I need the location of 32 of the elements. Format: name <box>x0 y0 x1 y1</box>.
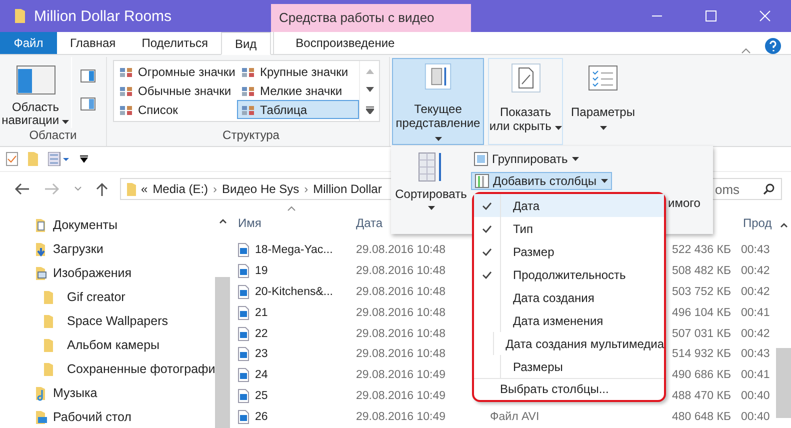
table-cell-text: Файл AVI <box>490 410 540 423</box>
table-cell-text: 29.08.2016 10:49 <box>356 410 447 423</box>
table-cell-text: 29.08.2016 10:48 <box>356 286 447 298</box>
table-cell-text: 29.08.2016 10:48 <box>356 306 447 319</box>
table-cell-text: 29.08.2016 10:48 <box>356 244 447 256</box>
table-cell-text: 29.08.2016 10:48 <box>356 348 447 360</box>
table-cell: 488 470 КБ <box>672 390 731 402</box>
table-cell-text: 00:40 <box>741 410 771 423</box>
table-cell-text: 00:43 <box>741 348 771 360</box>
table-cell-text: 00:43 <box>741 244 771 256</box>
table-cell-text: 00:40 <box>741 390 771 402</box>
table-cell: 507 031 КБ <box>672 328 731 340</box>
table-cell-text: 29.08.2016 10:48 <box>356 265 447 278</box>
table-cell: 503 752 КБ <box>672 286 731 298</box>
table-cell-text: 29.08.2016 10:49 <box>356 390 447 402</box>
table-cell: 490 686 КБ <box>672 369 731 382</box>
table-cell-text: 00:42 <box>741 328 771 340</box>
group-label: Структура <box>222 128 280 144</box>
table-cell: 480 648 КБ <box>672 410 731 423</box>
group-label: Области <box>28 128 78 144</box>
table-cell-text: 00:41 <box>741 369 771 382</box>
context-tab-header: Средства работы с видео <box>271 4 471 32</box>
table-cell-text: 29.08.2016 10:48 <box>356 328 447 340</box>
table-cell-text: 00:42 <box>741 265 771 278</box>
table-cell-text: 00:41 <box>741 306 771 319</box>
table-cell: 508 482 КБ <box>672 265 731 278</box>
table-cell-text: 00:42 <box>741 286 771 298</box>
table-cell: 514 932 КБ <box>672 348 731 360</box>
table-cell: 496 104 КБ <box>672 306 731 319</box>
table-cell: 522 436 КБ <box>672 244 731 256</box>
window-title: Million Dollar Rooms <box>34 8 173 24</box>
table-cell-text: 29.08.2016 10:49 <box>356 369 447 382</box>
